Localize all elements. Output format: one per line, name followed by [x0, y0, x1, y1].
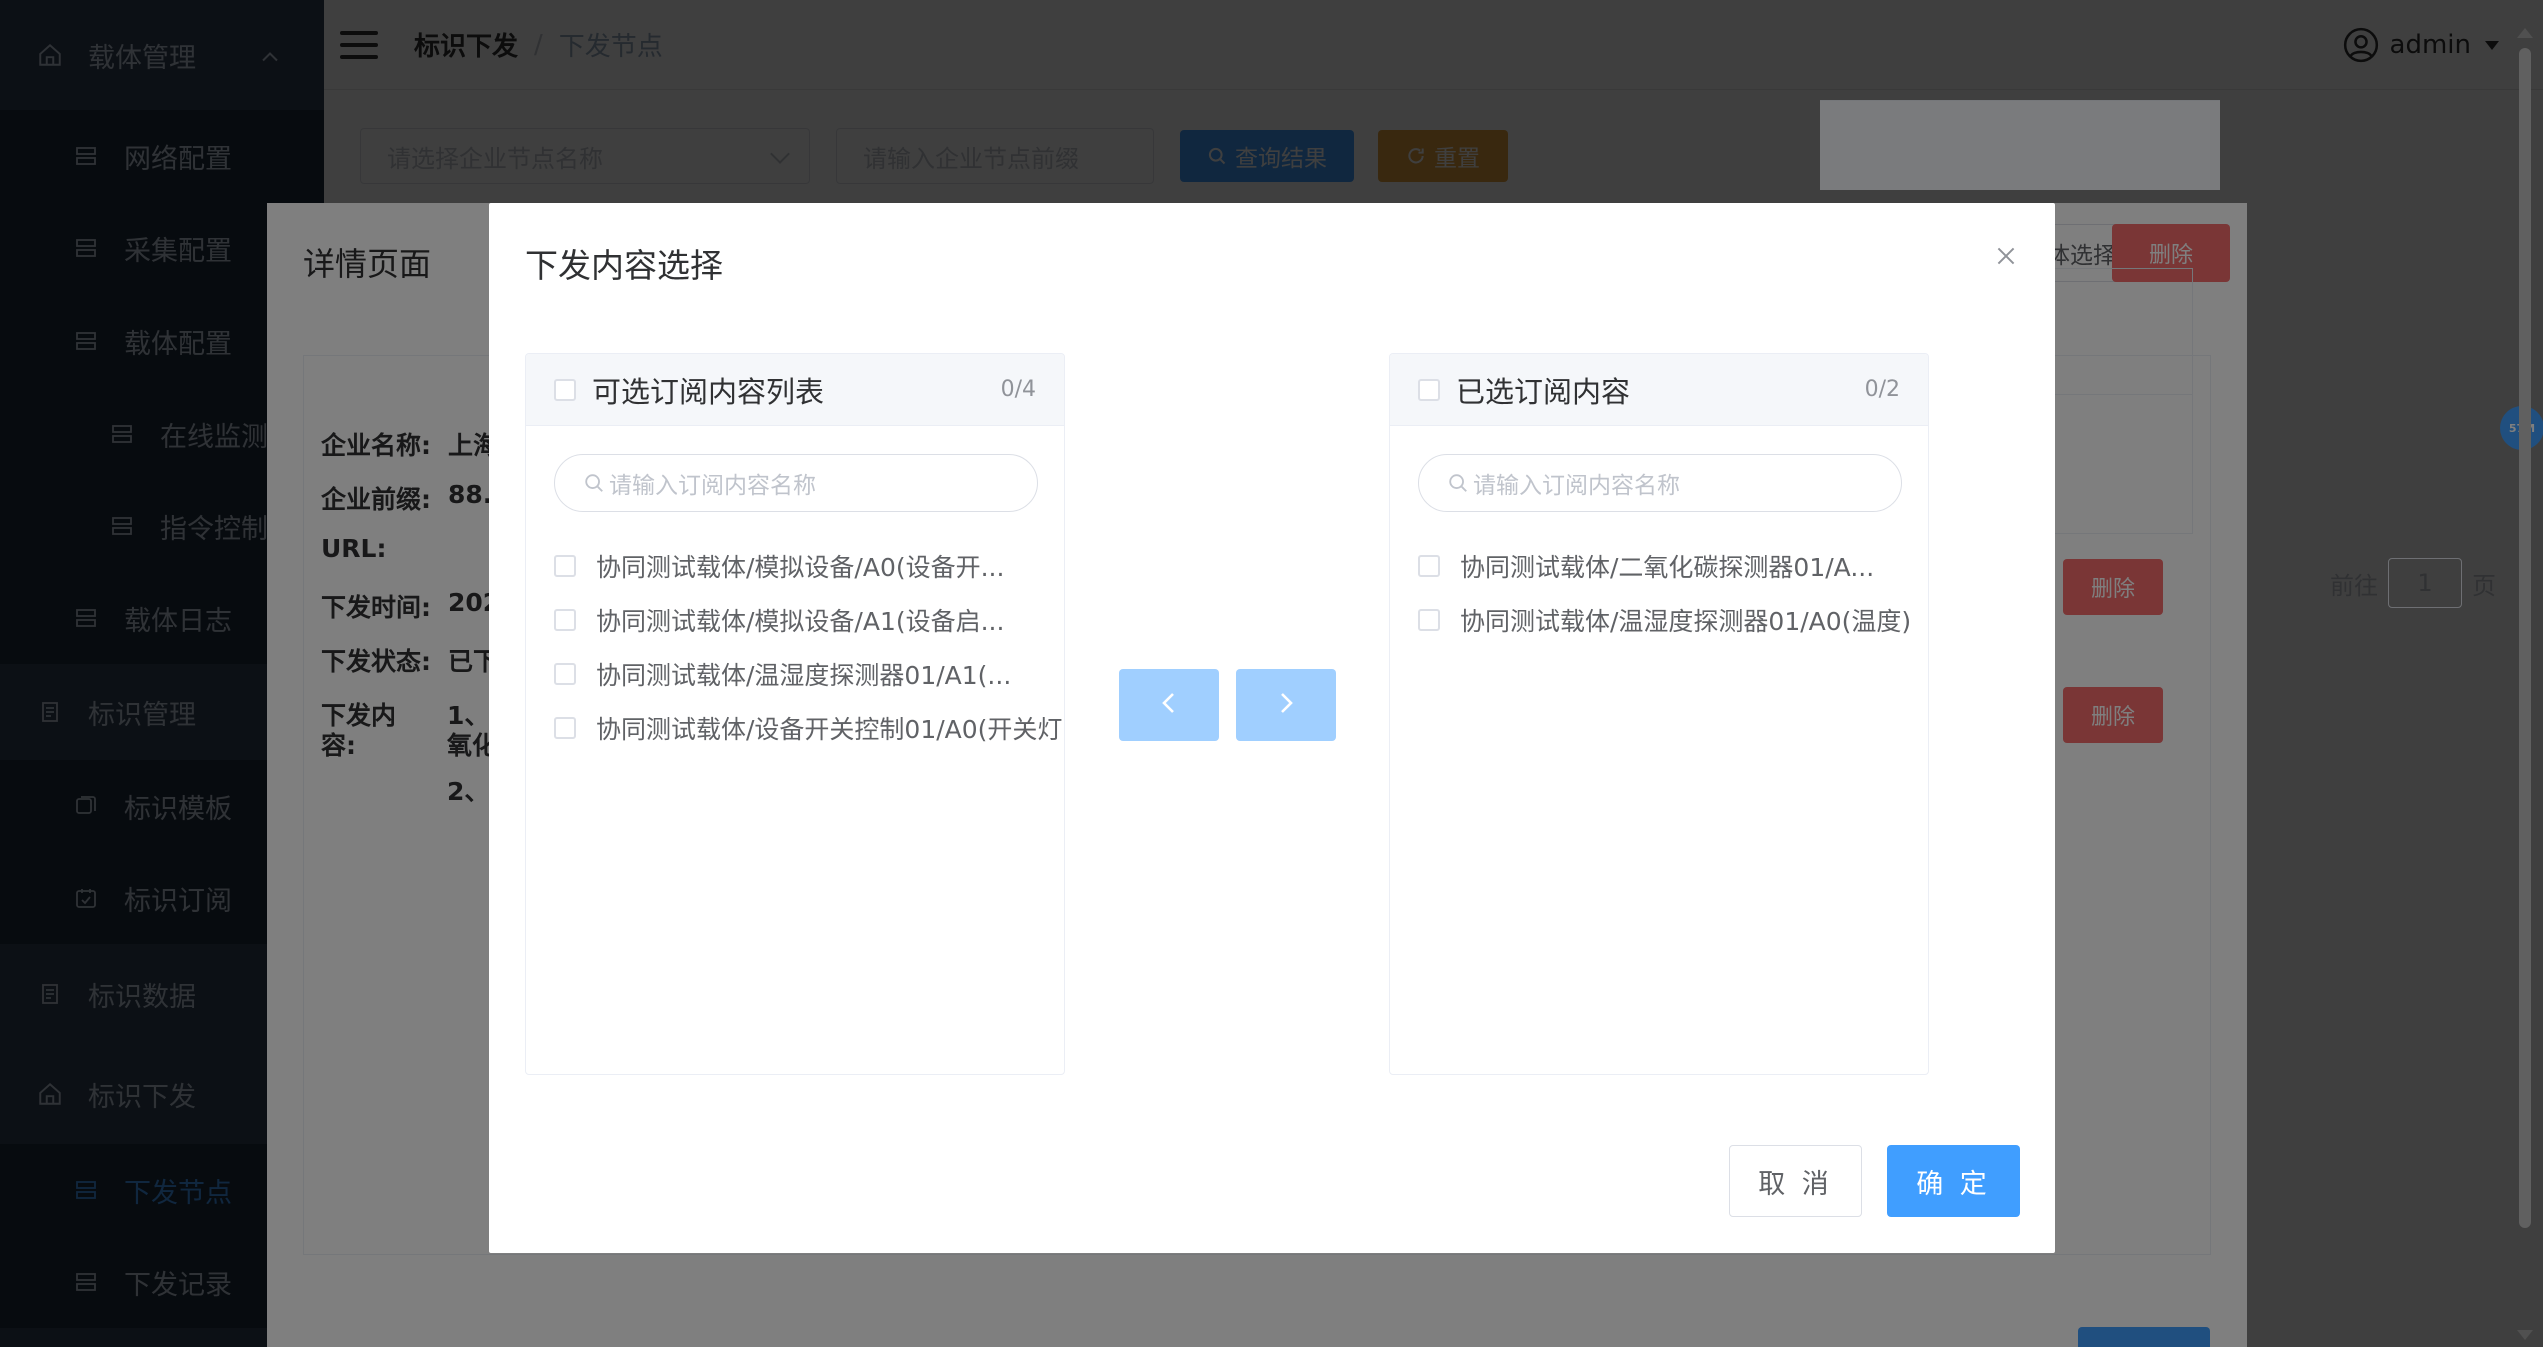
panel-title: 已选订阅内容 — [1456, 374, 1631, 409]
confirm-button[interactable]: 确 定 — [1887, 1145, 2020, 1217]
move-right-button[interactable] — [1236, 669, 1336, 741]
item-checkbox[interactable] — [554, 663, 576, 685]
available-list-header: 可选订阅内容列表 0/4 — [526, 354, 1064, 426]
chevron-left-icon — [1158, 690, 1180, 720]
item-checkbox[interactable] — [1418, 555, 1440, 577]
item-checkbox[interactable] — [1418, 609, 1440, 631]
search-placeholder: 请输入订阅内容名称 — [609, 473, 816, 499]
search-icon — [1447, 472, 1469, 494]
list-item-label: 协同测试载体/二氧化碳探测器01/A... — [1460, 553, 1875, 582]
available-list-panel: 可选订阅内容列表 0/4 请输入订阅内容名称 协同测试载体/模拟设备/A0(设备… — [525, 353, 1065, 1075]
list-item[interactable]: 协同测试载体/设备开关控制01/A0(开关灯) — [554, 708, 1065, 748]
list-item-label: 协同测试载体/温湿度探测器01/A0(温度) — [1460, 607, 1912, 636]
chevron-right-icon — [1275, 690, 1297, 720]
dialog-title: 下发内容选择 — [525, 246, 723, 285]
item-checkbox[interactable] — [554, 609, 576, 631]
list-item[interactable]: 协同测试载体/模拟设备/A1(设备启... — [554, 600, 1004, 640]
select-all-checkbox[interactable] — [1418, 378, 1440, 401]
list-item-label: 协同测试载体/模拟设备/A0(设备开... — [596, 553, 1005, 582]
list-item-label: 协同测试载体/模拟设备/A1(设备启... — [596, 607, 1005, 636]
item-checkbox[interactable] — [554, 717, 576, 739]
selected-list-panel: 已选订阅内容 0/2 请输入订阅内容名称 协同测试载体/二氧化碳探测器01/A.… — [1389, 353, 1929, 1075]
list-item[interactable]: 协同测试载体/模拟设备/A0(设备开... — [554, 546, 1004, 586]
cancel-button[interactable]: 取 消 — [1729, 1145, 1862, 1217]
select-all-checkbox[interactable] — [554, 378, 576, 401]
panel-count: 0/2 — [1864, 377, 1900, 402]
selected-list-header: 已选订阅内容 0/2 — [1390, 354, 1928, 426]
content-select-dialog: 下发内容选择 可选订阅内容列表 0/4 请输入订阅内容名称 协同测试载体/模拟设… — [489, 203, 2055, 1253]
list-item-label: 协同测试载体/设备开关控制01/A0(开关灯) — [596, 715, 1065, 744]
panel-title: 可选订阅内容列表 — [592, 374, 825, 409]
list-item[interactable]: 协同测试载体/温湿度探测器01/A1(... — [554, 654, 1011, 694]
close-icon[interactable] — [1993, 243, 2023, 273]
search-icon — [583, 472, 605, 494]
panel-count: 0/4 — [1000, 377, 1036, 402]
item-checkbox[interactable] — [554, 555, 576, 577]
list-item[interactable]: 协同测试载体/二氧化碳探测器01/A... — [1418, 546, 1874, 586]
move-left-button[interactable] — [1119, 669, 1219, 741]
list-item-label: 协同测试载体/温湿度探测器01/A1(... — [596, 661, 1012, 690]
available-search-input[interactable]: 请输入订阅内容名称 — [554, 454, 1038, 512]
list-item[interactable]: 协同测试载体/温湿度探测器01/A0(温度) — [1418, 600, 1911, 640]
search-placeholder: 请输入订阅内容名称 — [1473, 473, 1680, 499]
selected-search-input[interactable]: 请输入订阅内容名称 — [1418, 454, 1902, 512]
